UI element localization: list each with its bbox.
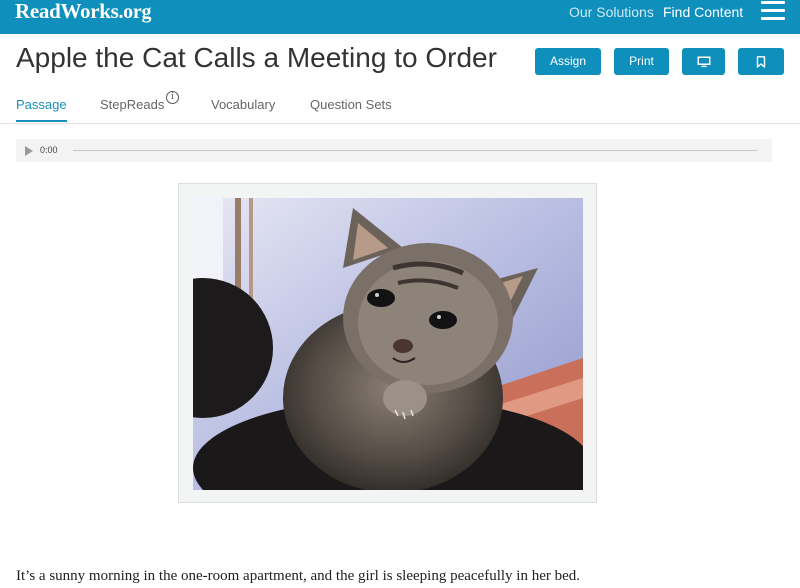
page-title: Apple the Cat Calls a Meeting to Order	[16, 42, 497, 73]
assign-button[interactable]: Assign	[535, 48, 601, 75]
play-icon[interactable]	[25, 146, 33, 156]
logo-text: ReadWorks	[15, 0, 119, 23]
tab-divider	[0, 123, 800, 124]
logo-suffix: .org	[118, 1, 152, 23]
tab-passage[interactable]: Passage	[16, 97, 67, 113]
monitor-icon	[697, 56, 710, 67]
print-button[interactable]: Print	[614, 48, 669, 75]
passage-first-sentence: It’s a sunny morning in the one-room apa…	[16, 568, 581, 584]
audio-time: 0:00	[40, 145, 58, 155]
readworks-logo[interactable]: ReadWorks.org	[15, 0, 151, 23]
bookmark-icon	[756, 55, 766, 68]
top-nav-bar: ReadWorks.org Our Solutions Find Content	[0, 0, 800, 34]
tab-stepreads[interactable]: StepReads	[100, 97, 164, 113]
hamburger-menu-icon[interactable]	[761, 1, 785, 21]
tab-question-sets[interactable]: Question Sets	[310, 97, 392, 113]
kitten-photo	[193, 198, 583, 490]
audio-seek-bar[interactable]	[73, 150, 757, 151]
audio-player: 0:00	[16, 139, 772, 162]
nav-find-content[interactable]: Find Content	[663, 4, 743, 20]
bookmark-button[interactable]	[738, 48, 784, 75]
tab-vocabulary[interactable]: Vocabulary	[211, 97, 275, 113]
present-button[interactable]	[682, 48, 725, 75]
active-tab-indicator	[16, 120, 67, 122]
passage-image-frame	[178, 183, 597, 503]
info-icon[interactable]: i	[166, 91, 179, 104]
nav-our-solutions[interactable]: Our Solutions	[569, 4, 654, 20]
